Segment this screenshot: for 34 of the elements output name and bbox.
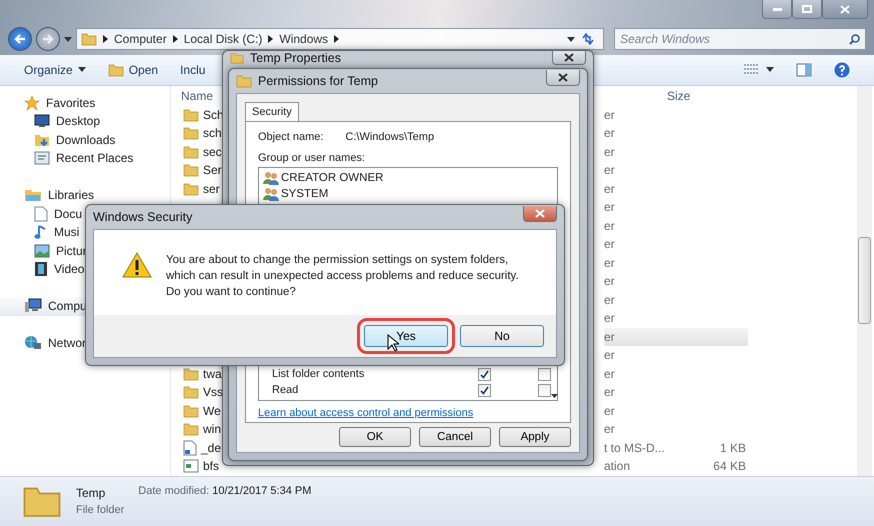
file-type: er	[604, 144, 616, 159]
window-title: Permissions for Temp	[258, 74, 379, 88]
file-type: er	[604, 422, 616, 436]
selected-item-name: Temp	[76, 486, 106, 500]
file-type: er	[604, 163, 616, 178]
file-type: er	[604, 126, 616, 140]
date-modified: Date modified: 10/21/2017 5:34 PM	[138, 484, 312, 497]
file-type: er	[604, 330, 616, 344]
file-type: er	[604, 311, 616, 326]
file-type: er	[604, 404, 616, 418]
warning-message: You are about to change the permission settings on system folders, which can result in unexpected access problems and reduce security. Do you want to continue?	[166, 253, 520, 300]
file-type: t to MS-D...	[604, 440, 666, 455]
group-label: Group or user names:	[258, 152, 366, 164]
file-size: 64 KB	[712, 459, 747, 474]
dialog-title: Windows Security	[93, 210, 194, 224]
file-type: er	[604, 108, 616, 122]
window-title: Temp Properties	[250, 51, 342, 65]
file-type: er	[604, 200, 616, 214]
file-type: er	[604, 182, 616, 196]
file-type: er	[604, 348, 616, 362]
file-type: er	[604, 274, 616, 288]
selected-item-type: File folder	[76, 504, 124, 516]
file-type: er	[604, 237, 616, 252]
object-name-label: Object name:	[258, 131, 324, 143]
file-type: er	[604, 218, 616, 233]
file-type: er	[604, 292, 616, 307]
file-size: 1 KB	[718, 440, 747, 455]
object-name-value: C:\Windows\Temp	[345, 131, 434, 143]
file-type: er	[604, 366, 616, 381]
file-type: er	[604, 256, 616, 270]
permission-name: List folder contents	[271, 368, 366, 380]
permission-name: Read	[271, 384, 300, 396]
file-type: ation	[604, 459, 632, 474]
file-type: er	[604, 385, 616, 400]
